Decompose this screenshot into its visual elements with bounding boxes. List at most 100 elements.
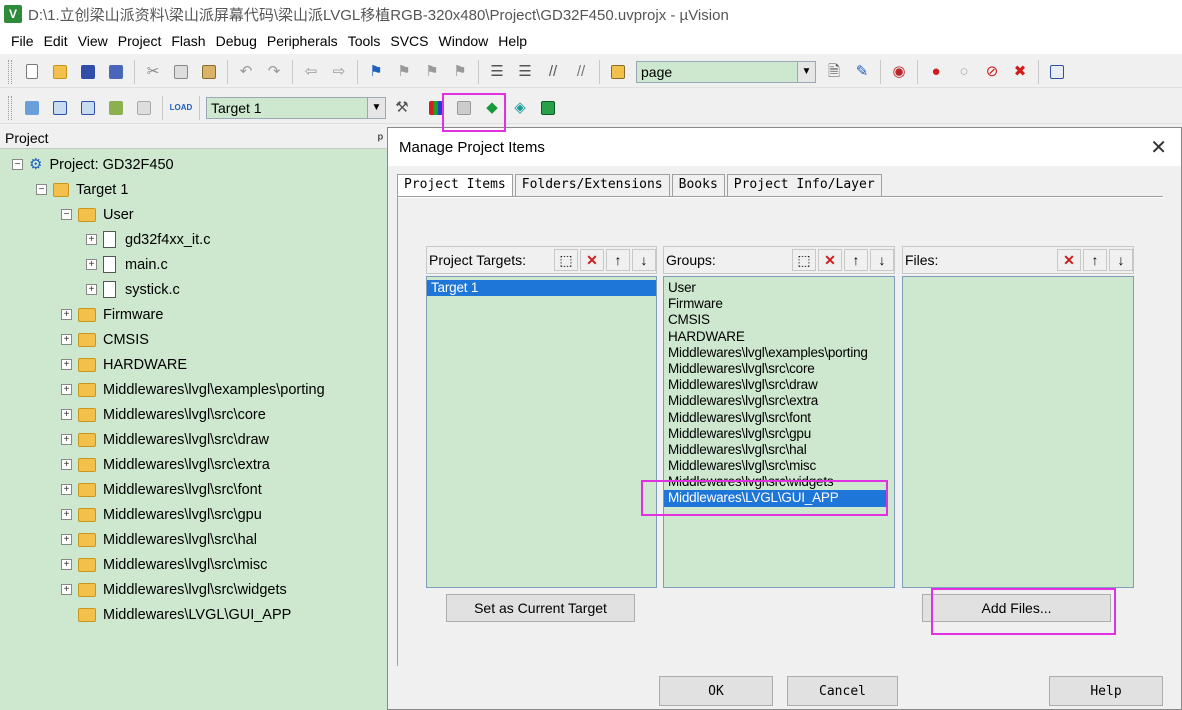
tree-file[interactable]: + main.c <box>86 252 168 277</box>
tree-group[interactable]: + Middlewares\lvgl\src\draw <box>61 427 269 452</box>
manage-rte-icon[interactable]: ◆ <box>480 96 504 120</box>
pin-icon[interactable]: ᵖ <box>378 130 383 146</box>
build-icon[interactable] <box>48 96 72 120</box>
list-item[interactable]: CMSIS <box>664 312 894 328</box>
move-down-icon[interactable]: ↓ <box>870 249 894 271</box>
toolbar-grip[interactable] <box>8 59 12 84</box>
ok-button[interactable]: OK <box>659 676 773 706</box>
targets-list[interactable]: Target 1 <box>426 276 657 588</box>
manage-project-items-icon[interactable] <box>424 96 448 120</box>
bookmark-icon[interactable]: ⚑ <box>364 60 388 84</box>
add-files-button[interactable]: Add Files... <box>922 594 1111 622</box>
tree-group[interactable]: + Middlewares\lvgl\src\font <box>61 477 262 502</box>
delete-group-icon[interactable]: ✕ <box>818 249 842 271</box>
target-options-icon[interactable]: ⚒ <box>390 96 414 120</box>
tree-group[interactable]: + Middlewares\lvgl\src\widgets <box>61 577 287 602</box>
replace-icon[interactable]: ✎ <box>850 60 874 84</box>
tree-group[interactable]: + Middlewares\lvgl\src\gpu <box>61 502 262 527</box>
open-folder-icon[interactable] <box>48 60 72 84</box>
list-item[interactable]: Middlewares\lvgl\src\widgets <box>664 474 894 490</box>
tree-group[interactable]: + Firmware <box>61 302 163 327</box>
disable-breakpoints-icon[interactable]: ⊘ <box>980 60 1004 84</box>
set-as-current-target-button[interactable]: Set as Current Target <box>446 594 635 622</box>
expand-icon[interactable]: + <box>61 309 72 320</box>
list-item[interactable]: Middlewares\lvgl\src\gpu <box>664 426 894 442</box>
list-item[interactable]: Middlewares\lvgl\src\core <box>664 361 894 377</box>
menu-tools[interactable]: Tools <box>348 33 381 49</box>
save-icon[interactable] <box>76 60 100 84</box>
tab-project-info-layer[interactable]: Project Info/Layer <box>726 174 882 196</box>
tree-group[interactable]: + CMSIS <box>61 327 149 352</box>
collapse-icon[interactable]: − <box>12 159 23 170</box>
tab-books[interactable]: Books <box>671 174 725 196</box>
expand-icon[interactable]: + <box>61 534 72 545</box>
find-icon[interactable]: 🗎 <box>822 60 846 84</box>
list-item[interactable]: User <box>664 280 894 296</box>
list-item[interactable]: Middlewares\lvgl\src\hal <box>664 442 894 458</box>
list-item[interactable]: Firmware <box>664 296 894 312</box>
comment-icon[interactable]: // <box>541 60 565 84</box>
expand-icon[interactable]: + <box>61 384 72 395</box>
find-combo[interactable]: page ▼ <box>636 60 816 83</box>
stop-build-icon[interactable] <box>132 96 156 120</box>
menu-window[interactable]: Window <box>439 33 489 49</box>
expand-icon[interactable]: + <box>61 359 72 370</box>
tab-folders-extensions[interactable]: Folders/Extensions <box>514 174 670 196</box>
menu-svcs[interactable]: SVCS <box>390 33 428 49</box>
expand-icon[interactable]: + <box>61 484 72 495</box>
menu-file[interactable]: File <box>11 33 34 49</box>
chevron-down-icon[interactable]: ▼ <box>797 61 815 82</box>
close-icon[interactable]: ✕ <box>1150 135 1167 160</box>
list-item[interactable]: HARDWARE <box>664 329 894 345</box>
tree-group[interactable]: + Middlewares\lvgl\src\misc <box>61 552 267 577</box>
list-item[interactable]: Middlewares\lvgl\examples\porting <box>664 345 894 361</box>
chevron-down-icon[interactable]: ▼ <box>367 97 385 118</box>
uncomment-icon[interactable]: // <box>569 60 593 84</box>
select-packs-icon[interactable] <box>452 96 476 120</box>
next-bookmark-icon[interactable]: ⚑ <box>420 60 444 84</box>
indent-icon[interactable]: ☰ <box>485 60 509 84</box>
move-up-icon[interactable]: ↑ <box>1083 249 1107 271</box>
tree-group[interactable]: + Middlewares\lvgl\src\hal <box>61 527 257 552</box>
new-file-icon[interactable] <box>20 60 44 84</box>
menu-debug[interactable]: Debug <box>216 33 257 49</box>
tree-root[interactable]: − ⚙ Project: GD32F450 <box>12 152 174 177</box>
menu-view[interactable]: View <box>78 33 108 49</box>
target-combo[interactable]: Target 1 ▼ <box>206 96 386 119</box>
move-up-icon[interactable]: ↑ <box>606 249 630 271</box>
incremental-find-icon[interactable]: ◉ <box>887 60 911 84</box>
expand-icon[interactable]: + <box>86 259 97 270</box>
tree-group[interactable]: + Middlewares\lvgl\src\extra <box>61 452 270 477</box>
tree-file[interactable]: + systick.c <box>86 277 180 302</box>
new-group-icon[interactable]: ⬚ <box>792 249 816 271</box>
tree-group-user[interactable]: − User <box>61 202 134 227</box>
pack-installer-icon[interactable]: ◈ <box>508 96 532 120</box>
breakpoint-icon[interactable]: ○ <box>952 60 976 84</box>
menu-flash[interactable]: Flash <box>171 33 205 49</box>
tab-project-items[interactable]: Project Items <box>397 174 513 197</box>
expand-icon[interactable]: + <box>61 559 72 570</box>
tree-group[interactable]: + Middlewares\lvgl\src\core <box>61 402 266 427</box>
delete-file-icon[interactable]: ✕ <box>1057 249 1081 271</box>
unindent-icon[interactable]: ☰ <box>513 60 537 84</box>
kill-breakpoints-icon[interactable]: ✖ <box>1008 60 1032 84</box>
list-item[interactable]: Middlewares\lvgl\src\draw <box>664 377 894 393</box>
collapse-icon[interactable]: − <box>36 184 47 195</box>
help-button[interactable]: Help <box>1049 676 1163 706</box>
expand-icon[interactable]: + <box>86 284 97 295</box>
cut-icon[interactable]: ✂ <box>141 60 165 84</box>
expand-icon[interactable]: + <box>86 234 97 245</box>
copy-icon[interactable] <box>169 60 193 84</box>
start-debug-icon[interactable]: ● <box>924 60 948 84</box>
redo-icon[interactable]: ↷ <box>262 60 286 84</box>
move-up-icon[interactable]: ↑ <box>844 249 868 271</box>
menu-peripherals[interactable]: Peripherals <box>267 33 338 49</box>
expand-icon[interactable]: + <box>61 434 72 445</box>
menu-edit[interactable]: Edit <box>44 33 68 49</box>
tree-group[interactable]: + Middlewares\lvgl\examples\porting <box>61 377 325 402</box>
list-item[interactable]: Target 1 <box>427 280 656 297</box>
files-list[interactable] <box>902 276 1134 588</box>
undo-icon[interactable]: ↶ <box>234 60 258 84</box>
rebuild-icon[interactable] <box>76 96 100 120</box>
collapse-icon[interactable]: − <box>61 209 72 220</box>
